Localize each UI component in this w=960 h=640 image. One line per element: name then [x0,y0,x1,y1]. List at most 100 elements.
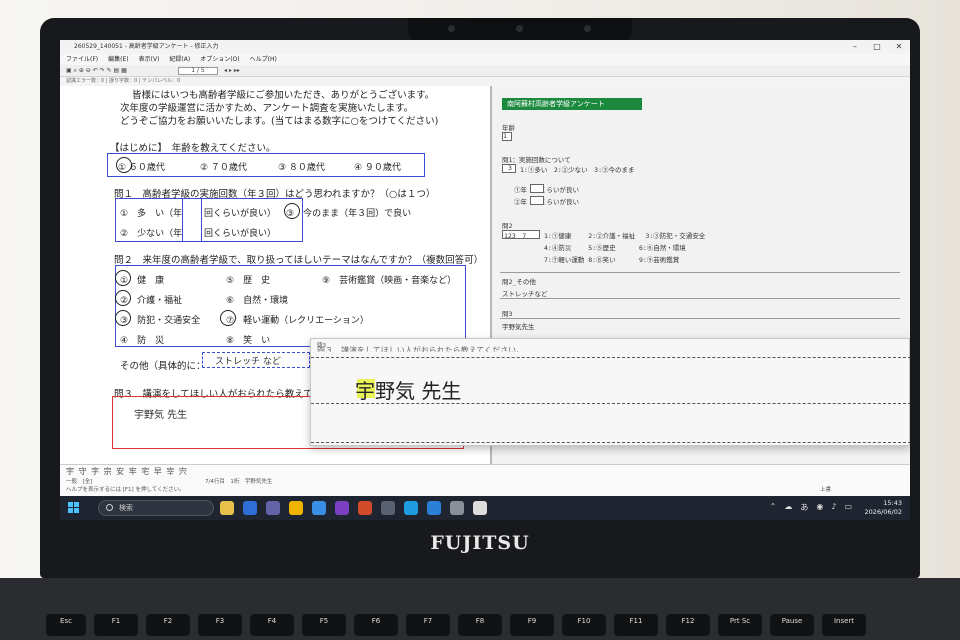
q1-sub-few: ②年 回くらいが良い [514,198,579,206]
q2-option-care: ② 介護・福祉 [120,296,183,306]
camera-sensor-icon [584,25,591,32]
key-insert[interactable]: Insert [822,614,866,636]
age-option-70: ② ７０歳代 [200,163,247,173]
webcam-bar [408,18,632,40]
menu-options[interactable]: オプション(O) [200,54,239,65]
q2-option-disaster: ④ 防 災 [120,336,165,346]
window-titlebar: 260529_140051 - 高齢者学級アンケート - 修正入力 – □ ✕ [60,40,910,54]
q3-handwriting: 宇野気 先生 [134,410,188,421]
intro-line-3: どうぞご協力をお願いいたします。(当てはまる数字に○をつけてください) [120,116,439,127]
outlook-icon[interactable] [243,501,257,515]
chrome-icon[interactable] [220,501,234,515]
document-scan-icon[interactable] [450,501,464,515]
cloud-icon[interactable]: ☁ [784,502,792,513]
intro-question: 【はじめに】 年齢を教えてください。 [110,143,276,154]
minimize-button[interactable]: – [844,40,866,54]
key-f7[interactable]: F7 [406,614,450,636]
search-icon [106,504,113,511]
calendar-icon[interactable] [427,501,441,515]
chevron-up-icon[interactable]: ⌃ [770,502,777,513]
q1-option-same: ③ 今のまま（年３回）で良い [286,209,412,219]
candidate-characters[interactable]: 宇 守 字 宗 安 牢 宅 早 宰 宍 [66,466,188,477]
notepad-icon[interactable] [312,501,326,515]
key-esc[interactable]: Esc [46,614,86,636]
q2-option-safety: ③ 防犯・交通安全 [120,316,201,326]
menu-edit[interactable]: 編集(E) [108,54,128,65]
taskbar-search-box[interactable]: 検索 [98,500,214,516]
key-f6[interactable]: F6 [354,614,398,636]
key-pause[interactable]: Pause [770,614,814,636]
maximize-button[interactable]: □ [866,40,888,54]
page-nav-icons[interactable]: ◂ ▸ ▸▸ [224,65,240,77]
page-indicator[interactable]: 1 / 5 [178,67,218,75]
q1-sub-many-input[interactable] [530,184,544,193]
volume-icon[interactable]: ♪ [831,502,836,513]
key-f2[interactable]: F2 [146,614,190,636]
popup-guide-top [311,357,910,358]
laptop-keyboard: Esc F1 F2 F3 F4 F5 F6 F7 F8 F9 F10 F11 F… [0,578,960,640]
close-button[interactable]: ✕ [888,40,910,54]
q2-option-laughter: ⑧ 笑 い [226,336,271,346]
q2-option-exercise: ⑦ 軽い運動（レクリエーション） [226,316,369,326]
menu-record[interactable]: 紀録(A) [169,54,190,65]
teams-icon[interactable] [266,501,280,515]
panel-header: 南阿蘇村高齢者学級アンケート [502,98,642,110]
q2-field-value: 123 7 [504,232,527,240]
key-f11[interactable]: F11 [614,614,658,636]
key-f10[interactable]: F10 [562,614,606,636]
q1-option-few: ② 少ない（年 [120,229,183,239]
onenote-icon[interactable] [335,501,349,515]
battery-icon[interactable]: ▭ [844,502,852,513]
q2-option-health: ① 健 康 [120,276,165,286]
age-option-60: ① ６０歳代 [118,163,165,173]
toolbar-icons[interactable]: ▣ ⌕ ⊕ ⊖ ↶ ↷ ✎ ▤ ▦ [66,67,127,74]
edge-icon[interactable] [404,501,418,515]
popup-guide-mid [311,403,910,404]
age-field-label: 年齢 [502,124,515,132]
taskbar-clock[interactable]: 15:43 2026/06/02 [865,499,902,517]
popup-handwriting: 宇野気 先生 [355,379,462,403]
status-overwrite: 上書 [820,487,832,493]
other-handwriting: ストレッチ など [215,357,281,367]
key-f3[interactable]: F3 [198,614,242,636]
ime-indicator[interactable]: あ [800,502,808,513]
q3-field-value[interactable]: 宇野気先生 [502,321,535,331]
status-position: 7/4行目 1桁 宇野気先生 [205,479,273,485]
age-option-90: ④ ９０歳代 [354,163,401,173]
q2-field-label: 問2 [502,222,513,230]
panel-separator [500,318,900,319]
q2-choices-row-3: 7:⑦軽い運動 8:⑧笑い 9:⑨芸術鑑賞 [544,256,680,264]
ocr-app-icon[interactable] [473,501,487,515]
popup-cut-text: 問３ 講演をしてほしい人がおられたら教えてください。 [317,346,525,355]
q2-other-value[interactable]: ストレッチなど [502,288,548,298]
store-icon[interactable] [381,501,395,515]
menu-file[interactable]: ファイル(F) [66,54,98,65]
menu-bar: ファイル(F) 編集(E) 表示(V) 紀録(A) オプション(O) ヘルプ(H… [60,54,910,65]
key-f12[interactable]: F12 [666,614,710,636]
q1-number-box [182,198,202,242]
key-f1[interactable]: F1 [94,614,138,636]
q2-choices-row-2: 4:④防災 5:⑤歴史 6:⑥自然・環境 [544,244,686,252]
key-f5[interactable]: F5 [302,614,346,636]
menu-view[interactable]: 表示(V) [139,54,160,65]
candidate-status-bar: 宇 守 字 宗 安 牢 宅 早 宰 宍 一般 [全] ヘルプを表示するには [F… [60,464,910,496]
office-icon[interactable] [358,501,372,515]
windows-taskbar: 検索 ⌃ ☁ あ ◉ ♪ ▭ 15:43 2026/06/02 [60,496,910,520]
key-f9[interactable]: F9 [510,614,554,636]
screen: 260529_140051 - 高齢者学級アンケート - 修正入力 – □ ✕ … [60,40,910,520]
wifi-icon[interactable]: ◉ [816,502,823,513]
menu-help[interactable]: ヘルプ(H) [250,54,277,65]
popup-guide-bottom [311,442,910,443]
q2-option-history: ⑤ 歴 史 [226,276,271,286]
windows-start-icon[interactable] [68,502,80,514]
clock-time: 15:43 [883,499,902,507]
key-prtsc[interactable]: Prt Sc [718,614,762,636]
q1-field-value: 3 [508,164,512,172]
q1-sub-few-input[interactable] [530,196,544,205]
intro-line-2: 次年度の学級運営に活かすため、アンケート調査を実施いたします。 [120,103,414,114]
panel-separator [500,298,900,299]
q1-sub-many: ①年 回くらいが良い [514,186,579,194]
key-f8[interactable]: F8 [458,614,502,636]
file-explorer-icon[interactable] [289,501,303,515]
key-f4[interactable]: F4 [250,614,294,636]
